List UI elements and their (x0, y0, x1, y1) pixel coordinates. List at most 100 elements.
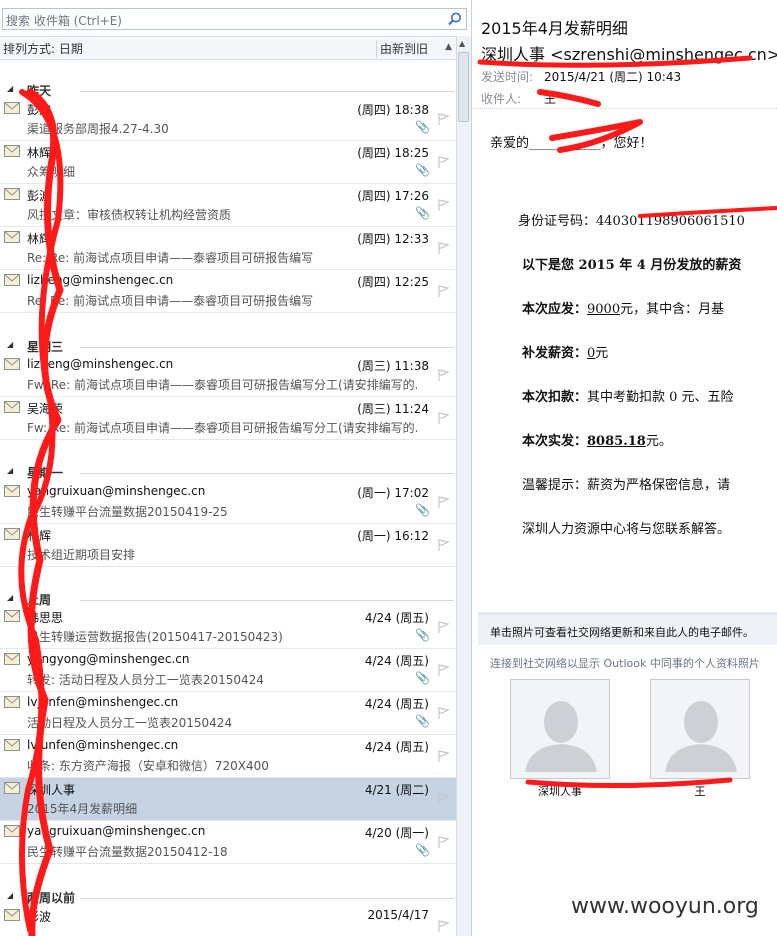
message-item[interactable]: 林辉 (周四) 18:25 众筹明细 📎 (0, 141, 456, 184)
to-value[interactable]: 王 (544, 90, 556, 107)
flag-icon[interactable] (436, 538, 450, 552)
message-from: 林辉 (27, 232, 52, 246)
social-bar[interactable]: 单击照片可查看社交网络更新和来自此人的电子邮件。 (478, 615, 777, 645)
message-item[interactable]: lvjunfen@minshengec.cn 4/24 (周五) 收条: 东方资产海… (0, 735, 456, 778)
message-item[interactable]: 吴海荣 (周三) 11:24 Fw: Re: 前海试点项目申请——泰睿项目可研报告编… (0, 397, 456, 440)
contact-photo-2[interactable] (650, 679, 750, 779)
back-pay-label: 补发薪资： (522, 346, 588, 361)
group-divider (80, 600, 454, 601)
message-item[interactable]: yangyong@minshengec.cn 4/24 (周五) 转发: 活动日程及… (0, 649, 456, 692)
group-divider (80, 473, 454, 474)
group-header-wednesday[interactable]: ◢ 星期三 (0, 336, 456, 356)
group-label: 星期三 (27, 340, 64, 354)
envelope-icon (4, 188, 20, 200)
message-item[interactable]: lvjunfen@minshengec.cn 4/24 (周五) 活动日程及人员分工… (0, 692, 456, 735)
message-item[interactable]: 彭波 (周四) 17:26 风控文章：审核债权转让机构经营资质 📎 (0, 184, 456, 227)
flag-icon[interactable] (436, 495, 450, 509)
message-subject-preview: 民生转赚运营数据报告(20150417-20150423) (27, 630, 283, 644)
message-from: 吴海荣 (27, 402, 64, 416)
sent-label: 发送时间: (481, 70, 534, 84)
gross-pay-rest: 元，其中含：月基 (620, 302, 725, 317)
scroll-up-arrow-icon[interactable]: ▲ (445, 42, 452, 52)
message-item[interactable]: lizheng@minshengec.cn (周三) 11:38 Fw: Re: 前… (0, 354, 456, 397)
scrollbar-thumb[interactable] (458, 52, 469, 122)
message-item[interactable]: 韩思思 4/24 (周五) 民生转赚运营数据报告(20150417-20150423… (0, 606, 456, 649)
envelope-icon (4, 909, 20, 921)
collapse-triangle-icon[interactable]: ◢ (7, 466, 13, 475)
group-label: 星期一 (27, 466, 64, 480)
tip-line: 温馨提示：薪资为严格保密信息，请 (522, 478, 731, 493)
flag-icon[interactable] (436, 198, 450, 212)
sent-value: 2015/4/21 (周二) 10:43 (544, 70, 682, 84)
message-item[interactable]: 彭波 2015/4/17 (0, 905, 456, 936)
salary-intro: 以下是您 2015 年 4 月份发放的薪资 (522, 258, 742, 273)
message-from: 林辉 (27, 529, 52, 543)
envelope-icon (4, 653, 20, 665)
id-value: 440301198906061510 (596, 214, 745, 229)
group-divider (80, 347, 454, 348)
message-from: lvjunfen@minshengec.cn (27, 738, 179, 752)
paperclip-icon: 📎 (415, 671, 430, 685)
collapse-triangle-icon[interactable]: ◢ (7, 84, 13, 93)
message-item[interactable]: lizheng@minshengec.cn (周四) 12:25 Re: Re: 前… (0, 270, 456, 313)
flag-icon[interactable] (436, 368, 450, 382)
message-subject-preview: 转发: 活动日程及人员分工一览表20150424 (27, 673, 264, 687)
message-subject-preview: 收条: 东方资产海报（安卓和微信）720X400 (27, 759, 269, 773)
group-header-monday[interactable]: ◢ 星期一 (0, 462, 456, 482)
flag-icon[interactable] (436, 411, 450, 425)
collapse-triangle-icon[interactable]: ◢ (7, 593, 13, 602)
envelope-icon (4, 145, 20, 157)
sort-bar: 排列方式: 日期 由新到旧 ▲ (0, 36, 456, 60)
watermark: www.wooyun.org (571, 894, 759, 919)
search-box[interactable]: 搜索 收件箱 (Ctrl+E) (2, 8, 467, 30)
net-pay-value: 8085.18 (587, 434, 646, 449)
social-connect-link[interactable]: 连接到社交网络以显示 Outlook 中同事的个人资料照片 (490, 655, 760, 671)
contact-photo-1[interactable] (510, 679, 610, 779)
header-divider (472, 108, 777, 109)
flag-icon[interactable] (436, 919, 450, 933)
message-sender[interactable]: 深圳人事 <szrenshi@minshengec.cn> (481, 41, 777, 65)
flag-icon[interactable] (436, 112, 450, 126)
flag-icon[interactable] (436, 792, 450, 806)
message-item[interactable]: 深圳人事 4/21 (周二) 2015年4月发薪明细 (0, 778, 456, 821)
collapse-triangle-icon[interactable]: ◢ (7, 891, 13, 900)
envelope-icon (4, 782, 20, 794)
group-header-yesterday[interactable]: ◢ 昨天 (0, 80, 456, 100)
group-divider (80, 91, 454, 92)
group-header-twoweeks[interactable]: ◢ 两周以前 (0, 887, 456, 907)
flag-icon[interactable] (436, 706, 450, 720)
collapse-triangle-icon[interactable]: ◢ (7, 340, 13, 349)
message-date: 4/24 (周五) (364, 611, 429, 625)
search-input[interactable]: 搜索 收件箱 (Ctrl+E) (6, 12, 122, 29)
message-item[interactable]: yangruixuan@minshengec.cn 4/20 (周一) 民生转赚平台… (0, 821, 456, 864)
flag-icon[interactable] (436, 241, 450, 255)
flag-icon[interactable] (436, 155, 450, 169)
message-item[interactable]: 林辉 (周一) 16:12 技术组近期项目安排 (0, 524, 456, 567)
search-icon[interactable] (447, 11, 463, 27)
message-from: 深圳人事 (27, 783, 76, 797)
message-subject-preview: 技术组近期项目安排 (27, 548, 136, 562)
message-from: 彭波 (27, 189, 52, 203)
group-label: 两周以前 (27, 891, 76, 905)
message-item[interactable]: 彭波 (周四) 18:38 渠道服务部周报4.27-4.30 📎 (0, 98, 456, 141)
message-from: 林辉 (27, 146, 52, 160)
message-item[interactable]: yangruixuan@minshengec.cn (周一) 17:02 民生转赚平… (0, 481, 456, 524)
flag-icon[interactable] (436, 749, 450, 763)
scrollbar[interactable]: ▲ (456, 36, 471, 936)
sort-by-button[interactable]: 排列方式: 日期 (3, 40, 83, 57)
message-date: 4/24 (周五) (364, 740, 429, 754)
message-date: 4/21 (周二) (364, 783, 429, 797)
paperclip-icon: 📎 (415, 503, 430, 517)
gross-pay-label: 本次应发： (522, 302, 588, 317)
group-label: 昨天 (27, 84, 52, 98)
message-item[interactable]: 林辉 (周四) 12:33 Re: Re: 前海试点项目申请——泰睿项目可研报告编写 (0, 227, 456, 270)
flag-icon[interactable] (436, 620, 450, 634)
flag-icon[interactable] (436, 663, 450, 677)
message-from: yangyong@minshengec.cn (27, 652, 190, 666)
sort-order-button[interactable]: 由新到旧 (376, 40, 428, 58)
flag-icon[interactable] (436, 835, 450, 849)
message-from: lvjunfen@minshengec.cn (27, 695, 179, 709)
flag-icon[interactable] (436, 284, 450, 298)
paperclip-icon: 📎 (415, 628, 430, 642)
scroll-up-icon[interactable]: ▲ (459, 39, 465, 48)
